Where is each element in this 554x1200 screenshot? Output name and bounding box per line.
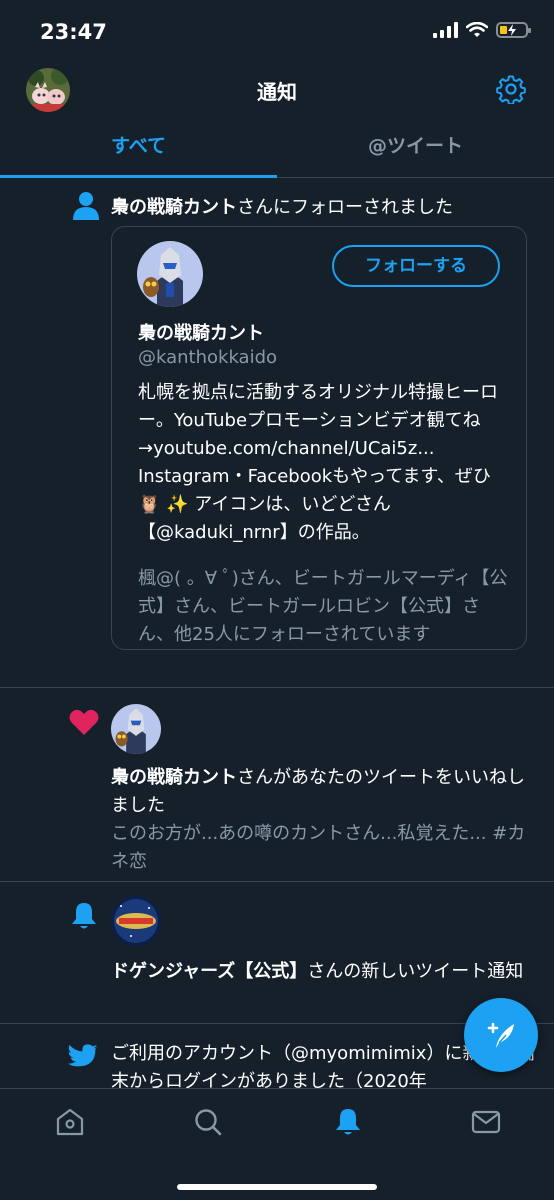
notification-text: ドゲンジャーズ【公式】さんの新しいツイート通知 bbox=[111, 958, 532, 986]
compose-tweet-button[interactable] bbox=[464, 998, 538, 1072]
tab-mentions[interactable]: @ツイート bbox=[277, 118, 554, 177]
notification-suffix: さんの新しいツイート通知 bbox=[307, 961, 524, 982]
bell-icon bbox=[72, 903, 96, 929]
compose-tweet-icon bbox=[487, 1022, 514, 1048]
tab-all[interactable]: すべて bbox=[0, 118, 277, 178]
notification-like[interactable]: 梟の戦騎カントさんがあなたのツイートをいいねしました このお方が...あの噂のカ… bbox=[0, 688, 554, 882]
status-time: 23:47 bbox=[40, 20, 107, 44]
notification-text: 梟の戦騎カントさんがあなたのツイートをいいねしました bbox=[111, 764, 532, 820]
notification-actor[interactable]: 梟の戦騎カント bbox=[111, 767, 237, 788]
actor-avatar[interactable] bbox=[111, 896, 161, 946]
notification-actor[interactable]: ドゲンジャーズ【公式】 bbox=[111, 961, 307, 982]
user-card-followed-by: 楓@( 。∀ ﾟ)さん、ビートガールマーディ【公式】さん、ビートガールロビン【公… bbox=[138, 568, 508, 645]
status-bar: 23:47 bbox=[0, 0, 554, 62]
tab-bar: すべて @ツイート bbox=[0, 118, 554, 178]
home-icon[interactable] bbox=[55, 1107, 85, 1137]
actor-avatar[interactable] bbox=[111, 704, 161, 754]
messages-icon[interactable] bbox=[471, 1107, 501, 1137]
page-title: 通知 bbox=[257, 80, 297, 104]
header: 通知 bbox=[0, 62, 554, 118]
notification-suffix: さんにフォローされました bbox=[237, 197, 453, 218]
person-icon bbox=[73, 192, 99, 220]
signal-icon bbox=[433, 22, 458, 38]
notification-follow[interactable]: 梟の戦騎カントさんにフォローされました フォローする 梟の戦騎カント @kant… bbox=[0, 178, 554, 688]
notification-tweet-notice[interactable]: ドゲンジャーズ【公式】さんの新しいツイート通知 bbox=[0, 882, 554, 1024]
user-card-avatar[interactable] bbox=[137, 241, 203, 307]
user-card[interactable]: フォローする 梟の戦騎カント @kanthokkaido 札幌を拠点に活動するオ… bbox=[111, 226, 527, 650]
follow-button[interactable]: フォローする bbox=[332, 245, 500, 287]
notifications-icon[interactable] bbox=[333, 1107, 363, 1137]
tweet-preview[interactable]: このお方が...あの噂のカントさん...私覚えた... #カネ恋 bbox=[111, 820, 526, 876]
user-card-bio: 札幌を拠点に活動するオリジナル特撮ヒーロー。YouTubeプロモーションビデオ観… bbox=[138, 382, 498, 543]
user-card-name[interactable]: 梟の戦騎カント bbox=[138, 319, 264, 345]
gear-icon[interactable] bbox=[496, 74, 526, 104]
notification-text: 梟の戦騎カントさんにフォローされました bbox=[111, 194, 532, 222]
status-icons bbox=[433, 22, 531, 38]
home-indicator bbox=[177, 1184, 377, 1190]
battery-icon bbox=[496, 22, 531, 38]
heart-icon bbox=[69, 709, 99, 735]
search-icon[interactable] bbox=[193, 1107, 223, 1137]
user-card-handle: @kanthokkaido bbox=[138, 347, 278, 368]
bottom-navigation bbox=[0, 1088, 554, 1200]
twitter-bird-icon bbox=[68, 1044, 98, 1067]
notification-actor[interactable]: 梟の戦騎カント bbox=[111, 197, 237, 218]
wifi-icon bbox=[466, 22, 488, 37]
